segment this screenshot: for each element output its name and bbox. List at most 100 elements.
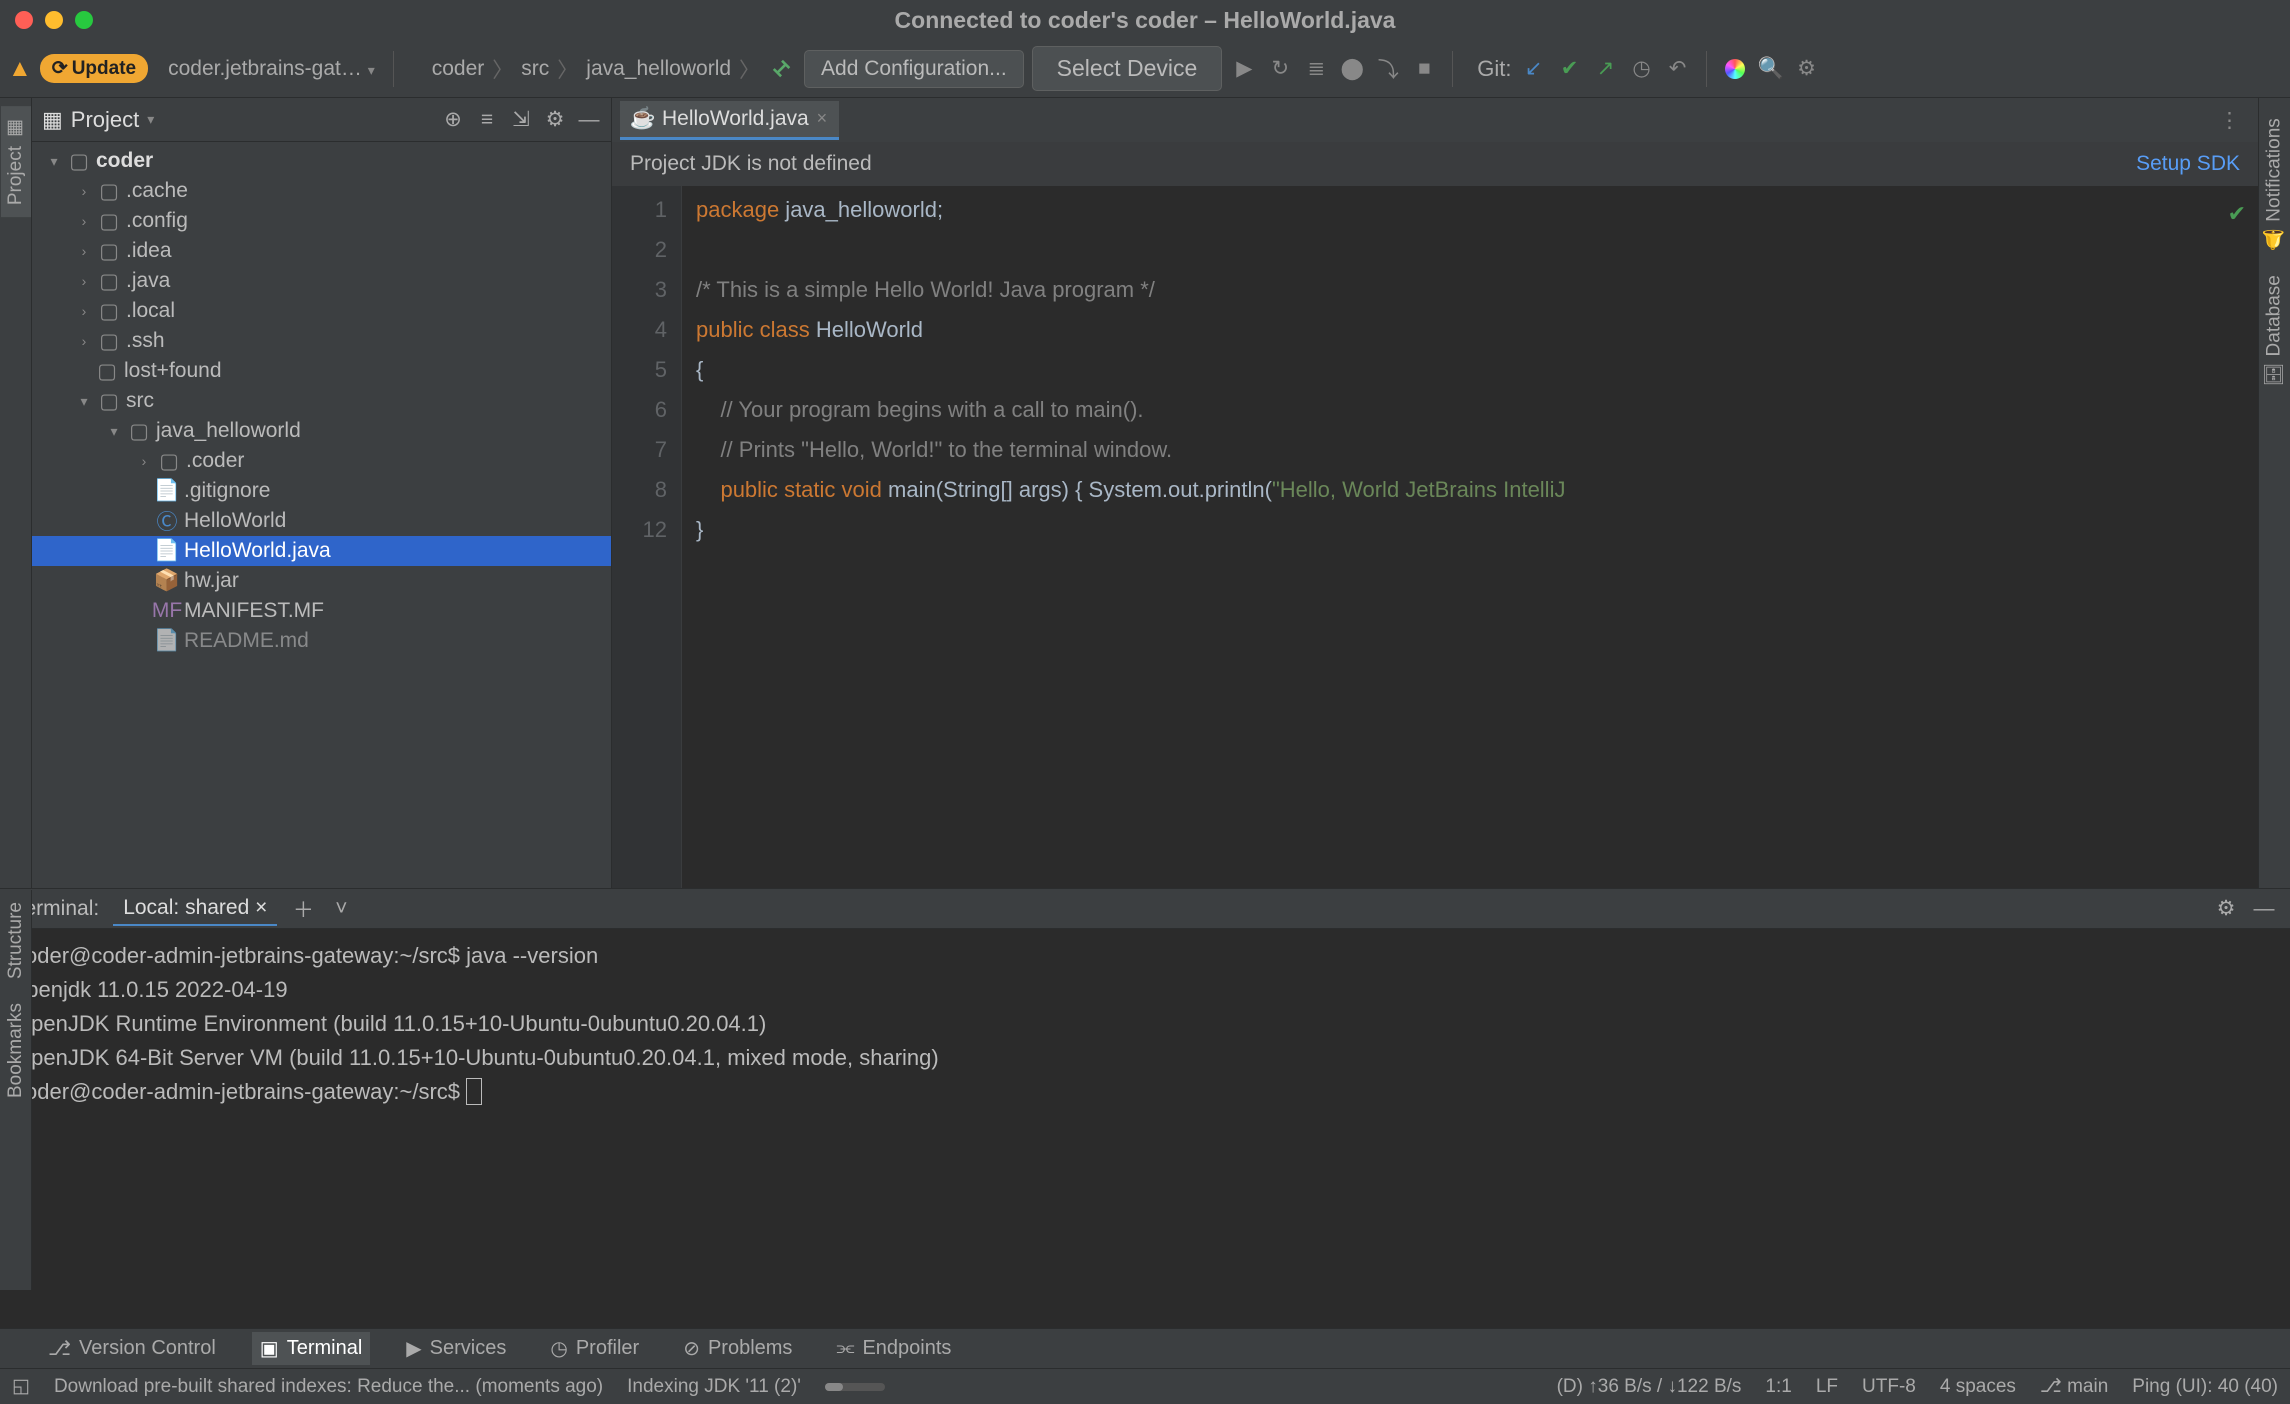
main-toolbar: ▲ ⟳ Update coder.jetbrains-gat… ▾ coder〉… xyxy=(0,40,2290,98)
status-ping[interactable]: Ping (UI): 40 (40) xyxy=(2132,1376,2278,1398)
status-bar: ◱ Download pre-built shared indexes: Red… xyxy=(0,1368,2290,1404)
settings-icon[interactable]: ⚙ xyxy=(543,108,567,132)
close-window[interactable] xyxy=(15,11,33,29)
tree-src[interactable]: ▾▢src xyxy=(32,386,611,416)
git-commit-icon[interactable]: ✔ xyxy=(1556,55,1584,83)
bookmarks-tab[interactable]: Bookmarks xyxy=(1,991,31,1110)
status-indexing[interactable]: Indexing JDK '11 (2)' xyxy=(627,1376,801,1398)
select-device-button[interactable]: Select Device xyxy=(1032,46,1223,91)
tab-menu-icon[interactable]: ⋮ xyxy=(2209,108,2250,133)
tree-readme[interactable]: 📄README.md xyxy=(32,626,611,656)
project-selector[interactable]: coder.jetbrains-gat… ▾ xyxy=(164,53,379,85)
inspection-ok-icon[interactable]: ✔ xyxy=(2228,194,2246,234)
services-tab[interactable]: ▶ Services xyxy=(398,1332,514,1365)
terminal-header: Terminal: Local: shared × ＋ ˅ ⚙ — xyxy=(0,889,2290,929)
new-terminal-icon[interactable]: ＋ xyxy=(291,897,315,921)
settings-icon[interactable]: ⚙ xyxy=(1793,55,1821,83)
tree-java[interactable]: ›▢.java xyxy=(32,266,611,296)
build-icon[interactable] xyxy=(768,55,796,83)
terminal-cursor xyxy=(466,1078,482,1105)
terminal-settings-icon[interactable]: ⚙ xyxy=(2214,897,2238,921)
tree-manifest[interactable]: MFMANIFEST.MF xyxy=(32,596,611,626)
tree-lostfound[interactable]: ▢lost+found xyxy=(32,356,611,386)
debug-icon[interactable]: ⬤ xyxy=(1338,55,1366,83)
tool-windows-icon[interactable]: ◱ xyxy=(12,1375,30,1398)
tree-hw-class[interactable]: ⒸHelloWorld xyxy=(32,506,611,536)
project-tool-tab[interactable]: Project ▦ xyxy=(1,106,31,217)
tree-local[interactable]: ›▢.local xyxy=(32,296,611,326)
tree-gitignore[interactable]: 📄.gitignore xyxy=(32,476,611,506)
project-panel: ▦ Project ▾ ⊕ ≡ ⇲ ⚙ — ▾▢coder ›▢.cache ›… xyxy=(32,98,612,888)
setup-sdk-link[interactable]: Setup SDK xyxy=(2136,152,2240,176)
chevron-down-icon: ▾ xyxy=(147,111,154,128)
rerun-icon[interactable]: ↻ xyxy=(1266,55,1294,83)
git-pull-icon[interactable]: ↙ xyxy=(1520,55,1548,83)
run-icon[interactable]: ▶ xyxy=(1230,55,1258,83)
minimize-window[interactable] xyxy=(45,11,63,29)
git-history-icon[interactable]: ◷ xyxy=(1628,55,1656,83)
left-tool-strip-lower: Structure Bookmarks xyxy=(0,890,32,1290)
expand-all-icon[interactable]: ≡ xyxy=(475,108,499,132)
crumb-root[interactable]: coder xyxy=(428,55,489,83)
problems-tab[interactable]: ⊘ Problems xyxy=(675,1332,800,1365)
line-gutter: 1 2 3 4 5 6 7 8 12 xyxy=(612,186,682,888)
terminal-menu-icon[interactable]: ˅ xyxy=(329,897,353,921)
bottom-tool-tabs: ⎇ Version Control ▣ Terminal ▶ Services … xyxy=(0,1328,2290,1368)
status-branch[interactable]: ⎇ main xyxy=(2040,1375,2108,1398)
tree-ssh[interactable]: ›▢.ssh xyxy=(32,326,611,356)
crumb-pkg[interactable]: java_helloworld xyxy=(582,55,735,83)
tree-hw-jar[interactable]: 📦hw.jar xyxy=(32,566,611,596)
tree-config[interactable]: ›▢.config xyxy=(32,206,611,236)
editor-tab[interactable]: ☕ HelloWorld.java × xyxy=(620,101,839,140)
status-encoding[interactable]: UTF-8 xyxy=(1862,1376,1916,1398)
panel-title[interactable]: ▦ Project ▾ xyxy=(42,107,154,133)
update-button[interactable]: ⟳ Update xyxy=(40,54,148,83)
terminal-output[interactable]: coder@coder-admin-jetbrains-gateway:~/sr… xyxy=(0,929,2290,1328)
endpoints-tab[interactable]: ⫘ Endpoints xyxy=(828,1333,959,1364)
stop-icon[interactable]: ■ xyxy=(1410,55,1438,83)
window-controls xyxy=(15,11,93,29)
git-push-icon[interactable]: ↗ xyxy=(1592,55,1620,83)
profiler-tab[interactable]: ◷ Profiler xyxy=(542,1332,647,1365)
collapse-all-icon[interactable]: ⇲ xyxy=(509,108,533,132)
status-download[interactable]: Download pre-built shared indexes: Reduc… xyxy=(54,1376,603,1398)
tree-root[interactable]: ▾▢coder xyxy=(32,146,611,176)
tree-hw-java[interactable]: 📄HelloWorld.java xyxy=(32,536,611,566)
status-line-sep[interactable]: LF xyxy=(1816,1376,1838,1398)
attach-icon[interactable]: ⤵ xyxy=(1374,55,1402,83)
status-position[interactable]: 1:1 xyxy=(1765,1376,1791,1398)
status-network[interactable]: (D) ↑36 B/s / ↓122 B/s xyxy=(1557,1376,1742,1398)
tab-label: HelloWorld.java xyxy=(662,107,809,131)
code-text[interactable]: package java_helloworld; /* This is a si… xyxy=(682,186,2258,888)
coverage-icon[interactable]: ≣ xyxy=(1302,55,1330,83)
vcs-tab[interactable]: ⎇ Version Control xyxy=(40,1332,224,1365)
tree-coder-folder[interactable]: ›▢.coder xyxy=(32,446,611,476)
maximize-window[interactable] xyxy=(75,11,93,29)
hide-terminal-icon[interactable]: — xyxy=(2252,897,2276,921)
notifications-tab[interactable]: 🔔 Notifications xyxy=(2259,106,2290,263)
tree-jhw[interactable]: ▾▢java_helloworld xyxy=(32,416,611,446)
warning-icon: ▲ xyxy=(8,55,32,83)
git-revert-icon[interactable]: ↶ xyxy=(1664,55,1692,83)
terminal-tool-tab[interactable]: ▣ Terminal xyxy=(252,1332,370,1365)
structure-tab[interactable]: Structure xyxy=(1,890,31,991)
git-label: Git: xyxy=(1477,56,1511,82)
add-configuration-button[interactable]: Add Configuration... xyxy=(804,50,1024,88)
search-icon[interactable]: 🔍 xyxy=(1757,55,1785,83)
terminal-tab[interactable]: Local: shared × xyxy=(113,892,277,926)
update-label: Update xyxy=(72,58,136,80)
tree-cache[interactable]: ›▢.cache xyxy=(32,176,611,206)
code-editor[interactable]: 1 2 3 4 5 6 7 8 12 package java_hellowor… xyxy=(612,186,2258,888)
sdk-banner: Project JDK is not defined Setup SDK xyxy=(612,142,2258,186)
hide-icon[interactable]: — xyxy=(577,108,601,132)
chevron-down-icon: ▾ xyxy=(368,62,375,78)
tree-idea[interactable]: ›▢.idea xyxy=(32,236,611,266)
status-indent[interactable]: 4 spaces xyxy=(1940,1376,2016,1398)
close-tab-icon[interactable]: × xyxy=(817,108,828,129)
separator xyxy=(1706,51,1707,87)
project-panel-header: ▦ Project ▾ ⊕ ≡ ⇲ ⚙ — xyxy=(32,98,611,142)
select-opened-icon[interactable]: ⊕ xyxy=(441,108,465,132)
code-with-me-icon[interactable] xyxy=(1721,55,1749,83)
database-tab[interactable]: 🗄 Database xyxy=(2259,263,2290,398)
crumb-src[interactable]: src xyxy=(517,55,553,83)
